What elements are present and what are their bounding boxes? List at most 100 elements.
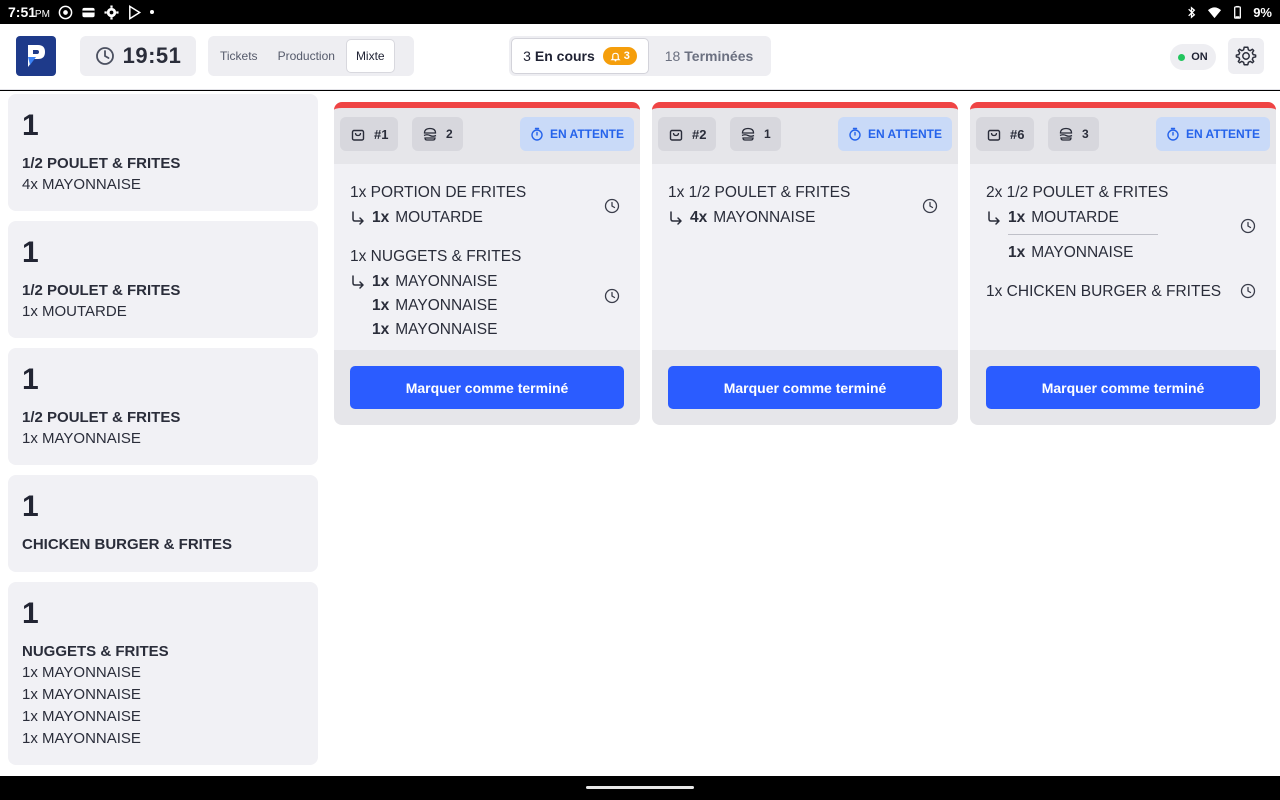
mark-done-button[interactable]: Marquer comme terminé xyxy=(668,366,942,409)
covers-chip: 1 xyxy=(730,117,781,151)
modifier-name: MAYONNAISE xyxy=(713,209,816,226)
covers-count: 1 xyxy=(764,127,771,141)
online-dot-icon xyxy=(1178,53,1186,61)
line-modifier: 1x MAYONNAISE xyxy=(350,294,624,318)
production-item[interactable]: 1 1/2 POULET & FRITES 1x MAYONNAISE xyxy=(8,348,318,465)
ticket-status-badge: EN ATTENTE xyxy=(838,117,952,151)
bluetooth-icon xyxy=(1188,5,1196,19)
mark-done-button[interactable]: Marquer comme terminé xyxy=(986,366,1260,409)
battery-icon xyxy=(1234,5,1242,19)
line-modifier: 1x MAYONNAISE xyxy=(350,318,624,342)
burger-icon xyxy=(423,127,437,141)
modifier-qty: 4x xyxy=(690,209,708,226)
order-number: #6 xyxy=(1010,126,1025,142)
production-option: 1x MAYONNAISE xyxy=(22,686,141,703)
ticket-status: EN ATTENTE xyxy=(1186,127,1260,141)
modifier-qty: 1x xyxy=(372,209,390,226)
ticket-line[interactable]: 1x NUGGETS & FRITES 1x MAYONNAISE 1x MAY… xyxy=(350,244,624,342)
online-status-toggle[interactable]: ON xyxy=(1170,44,1216,70)
ticket-line[interactable]: 1x PORTION DE FRITES 1x MOUTARDE xyxy=(350,180,624,230)
ticket-status: EN ATTENTE xyxy=(868,127,942,141)
mode-tickets[interactable]: Tickets xyxy=(211,39,267,73)
stopwatch-icon xyxy=(1167,127,1179,141)
system-status-bar: 7:51 PM 9% xyxy=(0,0,1280,24)
ticket-footer: Marquer comme terminé xyxy=(652,350,958,425)
clock-time: 19:51 xyxy=(122,43,182,68)
covers-count: 3 xyxy=(1082,127,1089,141)
ticket-status: EN ATTENTE xyxy=(550,127,624,141)
line-item: 1x CHICKEN BURGER & FRITES xyxy=(986,283,1222,300)
production-item[interactable]: 1 1/2 POULET & FRITES 4x MAYONNAISE xyxy=(8,94,318,211)
play-store-notification-icon xyxy=(128,4,142,20)
ticket-header: #1 2 EN ATTENTE xyxy=(334,108,640,164)
in-progress-label: En cours xyxy=(534,48,595,64)
order-ticket: #2 1 EN ATTENTE 1x 1/2 POULET & FRITES 4… xyxy=(652,102,958,425)
mode-production[interactable]: Production xyxy=(269,39,344,73)
clock-icon xyxy=(95,47,114,65)
system-navigation-bar xyxy=(0,776,1280,800)
gear-icon xyxy=(1235,46,1257,66)
production-option: 1x MAYONNAISE xyxy=(22,730,141,747)
ticket-line[interactable]: 1x 1/2 POULET & FRITES 4x MAYONNAISE xyxy=(668,180,942,230)
line-item: 1x NUGGETS & FRITES xyxy=(350,248,522,265)
mode-mixte[interactable]: Mixte xyxy=(345,39,395,73)
covers-chip: 2 xyxy=(412,117,463,151)
system-time: 7:51 PM xyxy=(8,4,50,20)
production-item[interactable]: 1 CHICKEN BURGER & FRITES xyxy=(8,475,318,572)
sub-arrow-icon xyxy=(352,275,364,289)
production-qty: 1 xyxy=(22,363,39,396)
modifier-qty: 1x xyxy=(1008,209,1026,226)
order-ticket: #6 3 EN ATTENTE 2x 1/2 POULET & FRITES 1… xyxy=(970,102,1276,425)
home-gesture-handle[interactable] xyxy=(586,786,694,789)
filter-done[interactable]: 18 Terminées xyxy=(649,38,769,74)
covers-chip: 3 xyxy=(1048,117,1099,151)
production-name: CHICKEN BURGER & FRITES xyxy=(22,536,233,553)
modifier-qty: 1x xyxy=(372,321,390,338)
modifier-divider xyxy=(1008,234,1158,235)
line-modifier: 1x MAYONNAISE xyxy=(350,270,624,294)
alert-count: 3 xyxy=(623,50,630,62)
modifier-qty: 1x xyxy=(372,273,390,290)
production-sidebar: 1 1/2 POULET & FRITES 4x MAYONNAISE 1 1/… xyxy=(8,94,318,775)
ticket-line[interactable]: 2x 1/2 POULET & FRITES 1x MOUTARDE 1x MA… xyxy=(986,180,1260,265)
done-count: 18 xyxy=(664,48,681,64)
shopping-bag-icon xyxy=(669,129,683,141)
order-ticket: #1 2 EN ATTENTE 1x PORTION DE FRITES 1x xyxy=(334,102,640,425)
modifier-name: MAYONNAISE xyxy=(395,273,498,290)
production-item[interactable]: 1 NUGGETS & FRITES 1x MAYONNAISE 1x MAYO… xyxy=(8,582,318,765)
ticket-body: 2x 1/2 POULET & FRITES 1x MOUTARDE 1x MA… xyxy=(970,164,1276,350)
production-qty: 1 xyxy=(22,109,39,142)
more-notifications-dot-icon xyxy=(149,10,154,14)
stopwatch-icon xyxy=(849,127,861,141)
bell-icon xyxy=(610,52,621,62)
clock-icon xyxy=(922,198,938,214)
settings-button[interactable] xyxy=(1228,38,1264,74)
order-number: #2 xyxy=(692,126,707,142)
app-logo xyxy=(16,36,56,76)
clock-display: 19:51 xyxy=(80,36,196,76)
order-status-filter: 3 En cours 3 18 Terminées xyxy=(509,36,771,76)
production-name: 1/2 POULET & FRITES xyxy=(22,409,181,426)
modifier-name: MOUTARDE xyxy=(1031,209,1119,226)
ticket-status-badge: EN ATTENTE xyxy=(520,117,634,151)
modifier-name: MAYONNAISE xyxy=(395,321,498,338)
line-item: 1x 1/2 POULET & FRITES xyxy=(668,184,851,201)
ticket-line[interactable]: 1x CHICKEN BURGER & FRITES xyxy=(986,279,1260,305)
production-name: 1/2 POULET & FRITES xyxy=(22,282,181,299)
ticket-header: #2 1 EN ATTENTE xyxy=(652,108,958,164)
line-modifier: 1x MAYONNAISE xyxy=(986,241,1260,265)
sub-arrow-icon xyxy=(670,211,682,225)
filter-in-progress[interactable]: 3 En cours 3 xyxy=(511,38,649,74)
production-option: 1x MAYONNAISE xyxy=(22,664,141,681)
production-item[interactable]: 1 1/2 POULET & FRITES 1x MOUTARDE xyxy=(8,221,318,338)
app-root: 7:51 PM 9% 19:51 Tickets Production Mixt… xyxy=(0,0,1280,800)
order-number-chip: #1 xyxy=(340,117,399,151)
ticket-body: 1x 1/2 POULET & FRITES 4x MAYONNAISE xyxy=(652,164,958,350)
modifier-name: MAYONNAISE xyxy=(1031,244,1134,261)
shopping-bag-icon xyxy=(987,129,1001,141)
mark-done-button[interactable]: Marquer comme terminé xyxy=(350,366,624,409)
burger-icon xyxy=(741,127,755,141)
camera-notification-icon xyxy=(58,5,73,19)
ticket-header: #6 3 EN ATTENTE xyxy=(970,108,1276,164)
line-item: 2x 1/2 POULET & FRITES xyxy=(986,184,1169,201)
